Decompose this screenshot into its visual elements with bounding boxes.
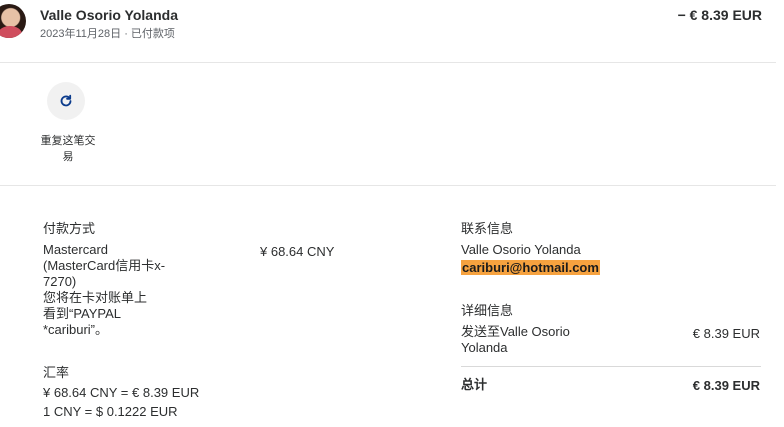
transaction-amount: − € 8.39 EUR [677, 7, 762, 23]
payment-method-description: Mastercard (MasterCard信用卡x- 7270) 您将在卡对账… [43, 242, 193, 338]
repeat-transaction-button[interactable] [47, 82, 85, 120]
exchange-rate-line-1: ¥ 68.64 CNY = € 8.39 EUR [43, 385, 200, 400]
transaction-header: Valle Osorio Yolanda 2023年11月28日 · 已付款项 … [0, 0, 776, 63]
details-title: 详细信息 [461, 303, 514, 318]
payment-method-line: 您将在卡对账单上 [43, 290, 148, 305]
sent-to-line: 发送至Valle Osorio [461, 324, 570, 339]
total-label: 总计 [461, 377, 488, 392]
contact-email[interactable]: cariburi@hotmail.com [461, 260, 600, 275]
refresh-icon [60, 94, 72, 107]
contact-info-title: 联系信息 [461, 221, 514, 236]
total-divider [461, 366, 761, 367]
payment-method-line: *cariburi”。 [43, 322, 109, 337]
payment-method-line: (MasterCard信用卡x- [43, 258, 166, 273]
payment-amount-cny: ¥ 68.64 CNY [260, 244, 335, 259]
counterparty-name: Valle Osorio Yolanda [40, 7, 178, 23]
exchange-rate-line-2: 1 CNY = $ 0.1222 EUR [43, 404, 178, 419]
transaction-date: 2023年11月28日 [40, 28, 122, 40]
sent-to-label: 发送至Valle Osorio Yolanda [461, 324, 570, 356]
transaction-status: 已付款项 [130, 28, 175, 40]
payment-method-title: 付款方式 [43, 221, 96, 236]
total-amount: € 8.39 EUR [692, 378, 760, 393]
payment-method-line: Mastercard [43, 242, 109, 257]
contact-name: Valle Osorio Yolanda [461, 242, 581, 257]
payment-method-line: 7270) [43, 274, 77, 289]
subline-separator: · [124, 28, 128, 40]
avatar [0, 4, 26, 38]
sent-to-line: Yolanda [461, 340, 508, 355]
payment-method-line: 看到“PAYPAL [43, 306, 122, 321]
sent-amount: € 8.39 EUR [692, 326, 760, 341]
repeat-transaction-label[interactable]: 重复这笔交易 [37, 133, 99, 165]
actions-bar: 重复这笔交易 [0, 63, 776, 186]
transaction-subline: 2023年11月28日 · 已付款项 [40, 25, 175, 41]
exchange-rate-title: 汇率 [43, 365, 70, 380]
